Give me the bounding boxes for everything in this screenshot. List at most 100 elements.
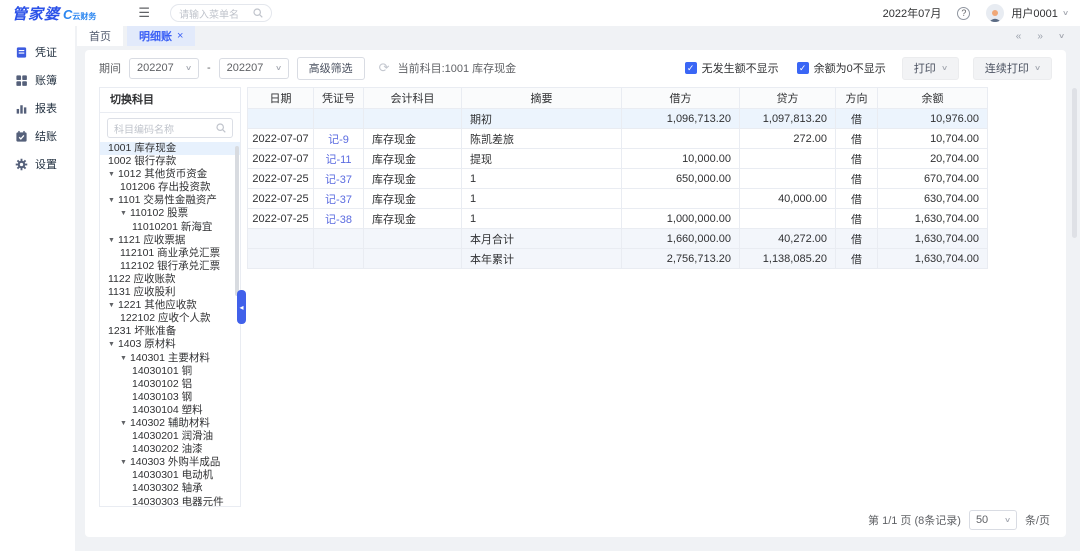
tabs-menu-icon[interactable]: ∨ <box>1058 32 1065 40</box>
table-cell: 10,704.00 <box>878 129 988 149</box>
table-cell: 10,000.00 <box>622 149 740 169</box>
table-cell: 陈凯差旅 <box>462 129 622 149</box>
tree-item[interactable]: 1002 银行存款 <box>100 155 240 168</box>
table-cell: 库存现金 <box>364 169 462 189</box>
sidebar-item-settings[interactable]: 设置 <box>0 150 75 178</box>
table-cell <box>364 109 462 129</box>
table-cell: 1 <box>462 209 622 229</box>
close-icon[interactable]: × <box>177 30 183 42</box>
subject-search-input[interactable]: 科目编码名称 <box>107 118 233 138</box>
menu-search-input[interactable]: 请输入菜单名 <box>170 4 272 22</box>
period-from-select[interactable]: 202207 ∨ <box>129 58 199 79</box>
panel-collapse-handle[interactable]: ◂ <box>237 290 246 324</box>
report-icon <box>15 102 28 115</box>
refresh-icon[interactable]: ⟳ <box>379 60 390 76</box>
tree-item[interactable]: ▼1012 其他货币资金 <box>100 168 240 181</box>
tree-expand-icon[interactable]: ▼ <box>120 456 127 469</box>
tree-item[interactable]: 112101 商业承兑汇票 <box>100 247 240 260</box>
tree-expand-icon[interactable]: ▼ <box>120 207 127 220</box>
tree-expand-icon[interactable]: ▼ <box>108 299 115 312</box>
tree-item[interactable]: 14030303 电器元件 <box>100 496 240 506</box>
voucher-link[interactable]: 记-37 <box>325 174 352 186</box>
window-scrollbar[interactable] <box>1072 88 1077 238</box>
tree-item[interactable]: 14030104 塑料 <box>100 404 240 417</box>
tree-item[interactable]: 1122 应收账款 <box>100 273 240 286</box>
voucher-icon <box>15 46 28 59</box>
tabs-scroll-right-icon[interactable]: » <box>1037 31 1043 42</box>
no-activity-checkbox[interactable]: ✓ 无发生额不显示 <box>685 60 779 76</box>
sidebar-item-voucher[interactable]: 凭证 <box>0 38 75 66</box>
tab-label: 首页 <box>89 28 111 44</box>
tree-scrollbar[interactable] <box>235 146 239 296</box>
table-row: 2022-07-07记-11库存现金提现10,000.00借20,704.00 <box>248 149 988 169</box>
table-row: 本月合计1,660,000.0040,272.00借1,630,704.00 <box>248 229 988 249</box>
tree-item-label: 1121 应收票据 <box>118 234 186 247</box>
table-row: 2022-07-07记-9库存现金陈凯差旅272.00借10,704.00 <box>248 129 988 149</box>
table-cell: 2022-07-25 <box>248 209 314 229</box>
table-cell: 630,704.00 <box>878 189 988 209</box>
tree-item[interactable]: 101206 存出投资款 <box>100 181 240 194</box>
tree-item[interactable]: 14030102 铝 <box>100 378 240 391</box>
tree-item[interactable]: ▼1121 应收票据 <box>100 234 240 247</box>
chevron-down-icon: ∨ <box>1034 64 1041 72</box>
table-cell <box>248 229 314 249</box>
tab-home[interactable]: 首页 <box>77 26 123 46</box>
tree-item[interactable]: ▼140303 外购半成品 <box>100 456 240 469</box>
print-button[interactable]: 打印 ∨ <box>902 57 959 80</box>
tree-item[interactable]: ▼140302 辅助材料 <box>100 417 240 430</box>
page-size-select[interactable]: 50 ∨ <box>969 510 1017 530</box>
help-icon[interactable]: ? <box>957 7 970 20</box>
tree-item[interactable]: 1131 应收股利 <box>100 286 240 299</box>
subject-tree-panel: 切换科目 科目编码名称 1001 库存现金1002 银行存款▼1012 其他货币… <box>99 87 241 507</box>
tree-item[interactable]: ▼1221 其他应收款 <box>100 299 240 312</box>
avatar[interactable] <box>986 4 1004 22</box>
menu-toggle-icon[interactable]: ☰ <box>138 5 150 21</box>
tree-item-label: 1131 应收股利 <box>108 286 176 299</box>
tree-item[interactable]: 14030202 油漆 <box>100 443 240 456</box>
tree-expand-icon[interactable]: ▼ <box>108 234 115 247</box>
sidebar-item-closing[interactable]: 结账 <box>0 122 75 150</box>
chevron-down-icon: ∨ <box>1062 9 1069 17</box>
tree-expand-icon[interactable]: ▼ <box>108 338 115 351</box>
voucher-link[interactable]: 记-9 <box>328 134 349 146</box>
tree-item[interactable]: 14030201 润滑油 <box>100 430 240 443</box>
tree-expand-icon[interactable]: ▼ <box>120 352 127 365</box>
table-cell: 借 <box>836 249 878 269</box>
voucher-link[interactable]: 记-37 <box>325 194 352 206</box>
sidebar-item-reports[interactable]: 报表 <box>0 94 75 122</box>
table-cell <box>364 249 462 269</box>
table-cell: 本年累计 <box>462 249 622 269</box>
ledger-body: 切换科目 科目编码名称 1001 库存现金1002 银行存款▼1012 其他货币… <box>99 87 1052 507</box>
table-cell <box>622 189 740 209</box>
tree-item[interactable]: ▼110102 股票 <box>100 207 240 220</box>
tree-item[interactable]: 11010201 新海宜 <box>100 221 240 234</box>
tree-item[interactable]: 1001 库存现金 <box>100 142 240 155</box>
tree-expand-icon[interactable]: ▼ <box>108 168 115 181</box>
tree-item[interactable]: 14030103 钢 <box>100 391 240 404</box>
tree-item[interactable]: ▼1101 交易性金融资产 <box>100 194 240 207</box>
tree-item[interactable]: 1231 坏账准备 <box>100 325 240 338</box>
sidebar-item-ledger[interactable]: 账簿 <box>0 66 75 94</box>
tree-expand-icon[interactable]: ▼ <box>108 194 115 207</box>
tree-item[interactable]: 122102 应收个人款 <box>100 312 240 325</box>
tree-item[interactable]: ▼1403 原材料 <box>100 338 240 351</box>
logo-subtext: 云财务 <box>72 11 96 22</box>
tree-expand-icon[interactable]: ▼ <box>120 417 127 430</box>
table-cell: 记-11 <box>314 149 364 169</box>
no-zero-balance-checkbox[interactable]: ✓ 余额为0不显示 <box>797 60 886 76</box>
period-to-select[interactable]: 202207 ∨ <box>219 58 289 79</box>
continuous-print-button[interactable]: 连续打印 ∨ <box>973 57 1052 80</box>
tree-item[interactable]: 14030101 铜 <box>100 365 240 378</box>
voucher-link[interactable]: 记-38 <box>325 214 352 226</box>
tree-item[interactable]: 112102 银行承兑汇票 <box>100 260 240 273</box>
tree-item[interactable]: ▼140301 主要材料 <box>100 352 240 365</box>
tabs-scroll-left-icon[interactable]: « <box>1016 31 1022 42</box>
tab-detail-ledger[interactable]: 明细账 × <box>127 26 195 46</box>
user-menu[interactable]: 用户0001 ∨ <box>1011 5 1068 21</box>
tab-bar: 首页 明细账 × « » ∨ <box>75 26 1080 46</box>
voucher-link[interactable]: 记-11 <box>325 154 351 166</box>
table-cell: 650,000.00 <box>622 169 740 189</box>
tree-item[interactable]: 14030302 轴承 <box>100 482 240 495</box>
tree-item[interactable]: 14030301 电动机 <box>100 469 240 482</box>
advanced-filter-button[interactable]: 高级筛选 <box>297 57 365 80</box>
